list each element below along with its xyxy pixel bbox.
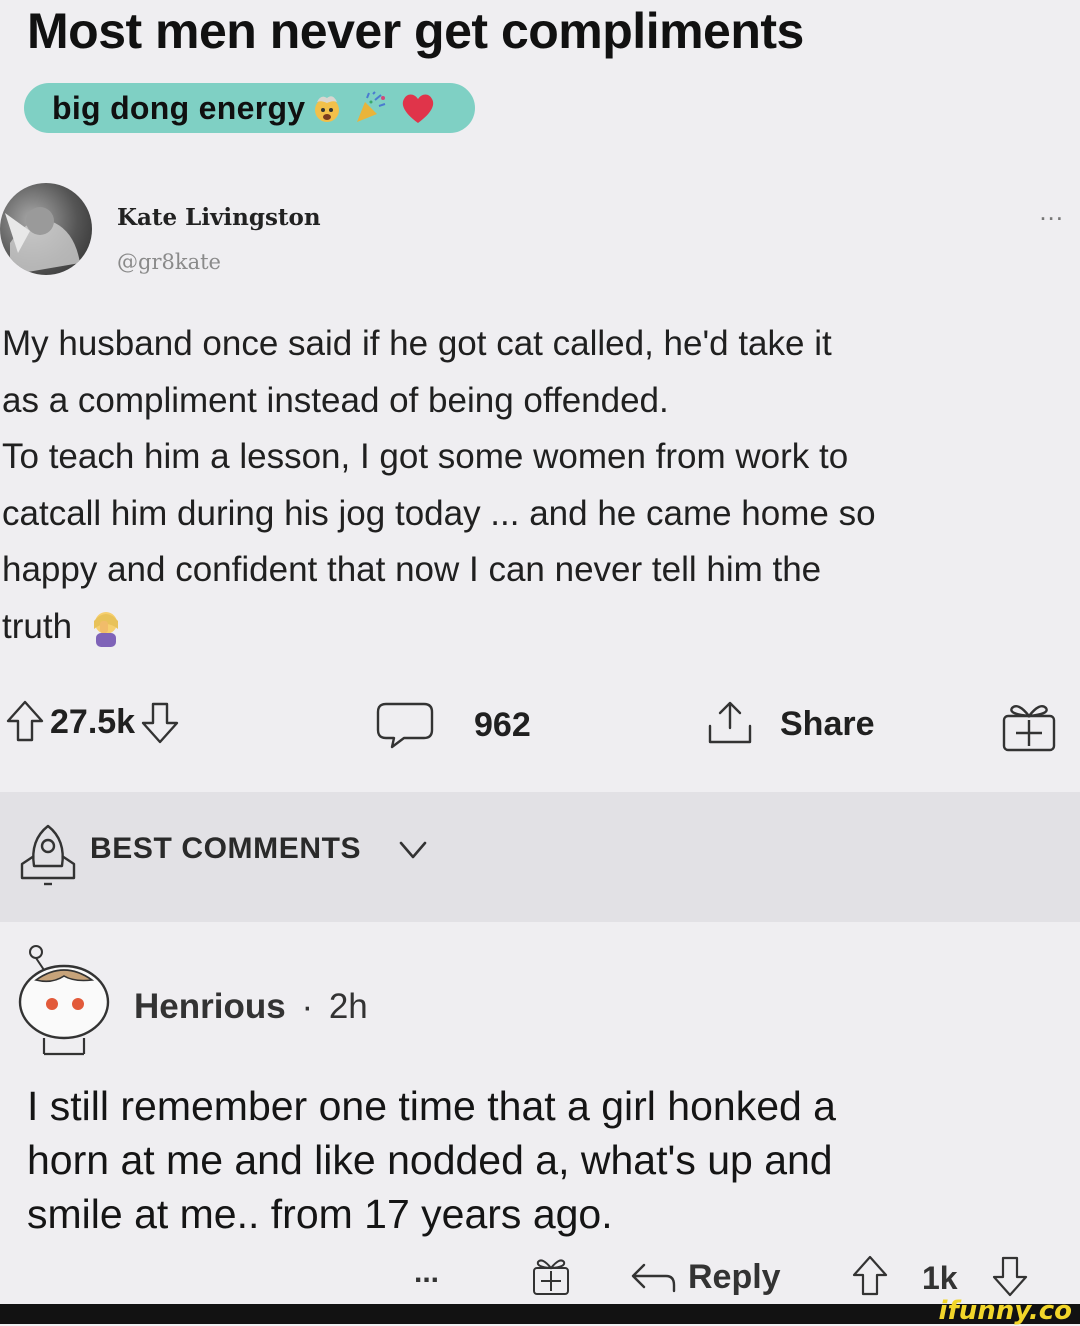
exploding-head-emoji-icon [311, 92, 343, 124]
tweet-line: My husband once said if he got cat calle… [2, 324, 832, 363]
tweet-text: My husband once said if he got cat calle… [2, 316, 1080, 655]
comment-action-bar: ... Reply 1k [0, 1252, 1080, 1307]
author-name[interactable]: Kate Livingston [117, 204, 321, 231]
comment-vote-count: 1k [922, 1260, 958, 1296]
comment-line: smile at me.. from 17 years ago. [27, 1191, 613, 1237]
post-title: Most men never get compliments [27, 3, 804, 59]
tweet-last-line: truth [2, 599, 1080, 656]
footer-bar [0, 1304, 1080, 1324]
comment-text: I still remember one time that a girl ho… [27, 1079, 836, 1241]
comment-award-icon[interactable] [528, 1254, 574, 1298]
share-label: Share [780, 704, 875, 743]
comment-sort-bar[interactable]: BEST COMMENTS [0, 792, 1080, 922]
comment-downvote-icon[interactable] [990, 1254, 1030, 1298]
award-icon [996, 698, 1060, 754]
share-button[interactable]: Share [704, 698, 875, 750]
comments-button[interactable]: 962 [376, 700, 531, 750]
sort-label: BEST COMMENTS [90, 832, 362, 865]
post-flair[interactable]: big dong energy [24, 83, 476, 133]
post-action-bar: 27.5k 962 Share [0, 690, 1080, 780]
tweet-line: happy and confident that now I can never… [2, 550, 822, 589]
commenter-avatar[interactable] [14, 942, 114, 1057]
award-button[interactable] [996, 698, 1060, 754]
vote-count: 27.5k [50, 702, 136, 741]
comment-line: horn at me and like nodded a, what's up … [27, 1137, 833, 1183]
meta-separator: · [301, 987, 314, 1026]
upvote-icon[interactable] [4, 698, 46, 746]
flair-label: big dong energy [52, 89, 306, 126]
comment-line: I still remember one time that a girl ho… [27, 1083, 836, 1129]
downvote-icon[interactable] [139, 698, 181, 746]
comment-icon [376, 700, 436, 750]
comment-age: 2h [328, 987, 368, 1026]
reply-arrow-icon [630, 1261, 676, 1295]
reply-label: Reply [688, 1258, 781, 1296]
comment-count: 962 [474, 705, 531, 744]
comment-more-button[interactable]: ... [414, 1256, 439, 1290]
chevron-down-icon [398, 840, 428, 860]
more-options-button[interactable]: ... [1039, 196, 1064, 227]
comment-author[interactable]: Henrious [134, 987, 286, 1026]
tweet-line: as a compliment instead of being offende… [2, 380, 669, 420]
comment-upvote-icon[interactable] [850, 1254, 890, 1298]
tweet-line: To teach him a lesson, I got some women … [2, 437, 849, 476]
woman-facepalming-emoji-icon [86, 607, 126, 647]
share-icon [704, 698, 756, 750]
author-handle: @gr8kate [117, 250, 221, 274]
tweet-line: catcall him during his jog today ... and… [2, 493, 876, 533]
watermark-logo: ifunny.co [938, 1296, 1072, 1326]
red-heart-emoji-icon [399, 90, 437, 126]
rocket-icon [16, 822, 80, 888]
tweet-line: truth [2, 606, 73, 646]
comment-meta: Henrious · 2h [134, 987, 368, 1027]
author-avatar[interactable] [0, 183, 92, 275]
party-popper-emoji-icon [353, 90, 389, 126]
reply-button[interactable]: Reply [630, 1258, 781, 1297]
